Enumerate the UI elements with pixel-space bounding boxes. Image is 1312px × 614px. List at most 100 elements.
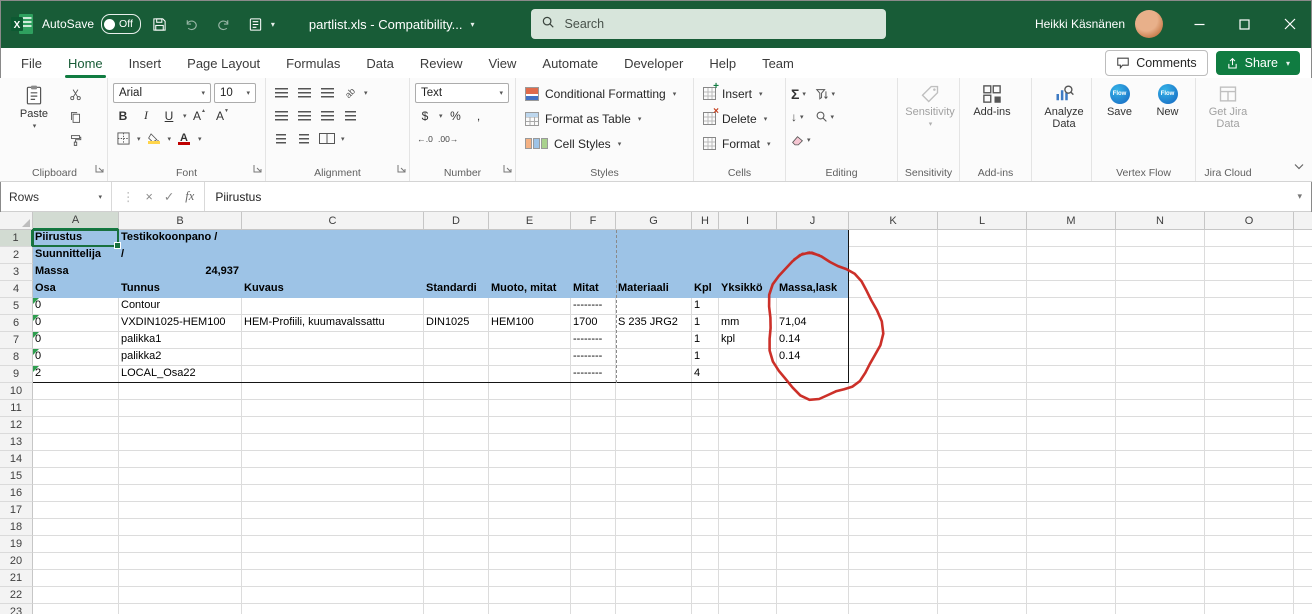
cell-M1[interactable] <box>1027 230 1116 247</box>
cell-P9[interactable] <box>1294 366 1312 383</box>
cell-D9[interactable] <box>424 366 489 383</box>
cell-C8[interactable] <box>242 349 424 366</box>
cell-P12[interactable] <box>1294 417 1312 434</box>
cell-H3[interactable] <box>692 264 719 281</box>
cell-F21[interactable] <box>571 570 616 587</box>
cell-D5[interactable] <box>424 298 489 315</box>
cell-B11[interactable] <box>119 400 242 417</box>
col-header-N[interactable]: N <box>1116 212 1205 230</box>
cell-P7[interactable] <box>1294 332 1312 349</box>
cell-N4[interactable] <box>1116 281 1205 298</box>
cell-C23[interactable] <box>242 604 424 614</box>
autosave-toggle[interactable]: Off <box>101 14 141 34</box>
cell-C21[interactable] <box>242 570 424 587</box>
cell-G8[interactable] <box>616 349 692 366</box>
cell-G16[interactable] <box>616 485 692 502</box>
format-painter-button[interactable] <box>65 131 85 150</box>
cell-F8[interactable]: -------- <box>571 349 616 366</box>
align-right-button[interactable] <box>317 106 337 125</box>
cell-D1[interactable] <box>424 230 489 247</box>
cell-E4[interactable]: Muoto, mitat <box>489 281 571 298</box>
cell-G20[interactable] <box>616 553 692 570</box>
cell-J12[interactable] <box>777 417 849 434</box>
cell-A1[interactable]: Piirustus <box>33 230 119 247</box>
cell-K16[interactable] <box>849 485 938 502</box>
cell-A18[interactable] <box>33 519 119 536</box>
cell-A16[interactable] <box>33 485 119 502</box>
qat-dropdown-icon[interactable]: ▾ <box>271 20 275 29</box>
cell-C15[interactable] <box>242 468 424 485</box>
cell-E16[interactable] <box>489 485 571 502</box>
cell-B6[interactable]: VXDIN1025-HEM100 <box>119 315 242 332</box>
cell-B8[interactable]: palikka2 <box>119 349 242 366</box>
cell-G10[interactable] <box>616 383 692 400</box>
col-header-H[interactable]: H <box>692 212 719 230</box>
row-header-22[interactable]: 22 <box>0 587 33 604</box>
cell-O21[interactable] <box>1205 570 1294 587</box>
cell-O20[interactable] <box>1205 553 1294 570</box>
cell-D18[interactable] <box>424 519 489 536</box>
cell-G11[interactable] <box>616 400 692 417</box>
find-select-button[interactable]: ▾ <box>815 106 836 127</box>
fill-color-button[interactable] <box>144 129 164 148</box>
comma-format-button[interactable]: , <box>469 106 489 125</box>
cell-F16[interactable] <box>571 485 616 502</box>
cell-N7[interactable] <box>1116 332 1205 349</box>
save-button[interactable] <box>147 11 173 37</box>
cell-D21[interactable] <box>424 570 489 587</box>
maximize-button[interactable] <box>1222 0 1267 48</box>
cell-P21[interactable] <box>1294 570 1312 587</box>
close-button[interactable] <box>1267 0 1312 48</box>
col-header-D[interactable]: D <box>424 212 489 230</box>
cell-D7[interactable] <box>424 332 489 349</box>
cell-G3[interactable] <box>616 264 692 281</box>
cell-M3[interactable] <box>1027 264 1116 281</box>
search-input[interactable] <box>563 16 876 32</box>
cell-B10[interactable] <box>119 383 242 400</box>
cell-K19[interactable] <box>849 536 938 553</box>
cell-K1[interactable] <box>849 230 938 247</box>
cell-B4[interactable]: Tunnus <box>119 281 242 298</box>
cell-K20[interactable] <box>849 553 938 570</box>
cell-H14[interactable] <box>692 451 719 468</box>
cell-E10[interactable] <box>489 383 571 400</box>
cell-B18[interactable] <box>119 519 242 536</box>
cell-H7[interactable]: 1 <box>692 332 719 349</box>
cell-O6[interactable] <box>1205 315 1294 332</box>
row-header-5[interactable]: 5 <box>0 298 33 315</box>
cell-P15[interactable] <box>1294 468 1312 485</box>
cell-A14[interactable] <box>33 451 119 468</box>
cell-M14[interactable] <box>1027 451 1116 468</box>
cell-C12[interactable] <box>242 417 424 434</box>
undo-button[interactable] <box>179 11 205 37</box>
merge-center-button[interactable] <box>317 129 337 148</box>
cell-I11[interactable] <box>719 400 777 417</box>
name-box[interactable]: Rows ▾ <box>0 182 112 211</box>
cell-C17[interactable] <box>242 502 424 519</box>
cell-K14[interactable] <box>849 451 938 468</box>
cell-L16[interactable] <box>938 485 1027 502</box>
cell-A23[interactable] <box>33 604 119 614</box>
cell-F22[interactable] <box>571 587 616 604</box>
borders-button[interactable] <box>113 129 133 148</box>
cell-B23[interactable] <box>119 604 242 614</box>
cell-P4[interactable] <box>1294 281 1312 298</box>
cell-D3[interactable] <box>424 264 489 281</box>
cell-A17[interactable] <box>33 502 119 519</box>
cell-K3[interactable] <box>849 264 938 281</box>
row-header-9[interactable]: 9 <box>0 366 33 383</box>
cell-E2[interactable] <box>489 247 571 264</box>
format-cells-button[interactable]: Format ▾ <box>699 131 780 156</box>
cell-O5[interactable] <box>1205 298 1294 315</box>
cell-L20[interactable] <box>938 553 1027 570</box>
fill-color-dropdown-icon[interactable]: ▾ <box>168 135 172 143</box>
tab-data[interactable]: Data <box>353 48 406 78</box>
copy-button[interactable] <box>65 108 85 127</box>
cell-F3[interactable] <box>571 264 616 281</box>
col-header-M[interactable]: M <box>1027 212 1116 230</box>
cell-E6[interactable]: HEM100 <box>489 315 571 332</box>
cell-B7[interactable]: palikka1 <box>119 332 242 349</box>
cell-O1[interactable] <box>1205 230 1294 247</box>
cell-O12[interactable] <box>1205 417 1294 434</box>
cell-B20[interactable] <box>119 553 242 570</box>
